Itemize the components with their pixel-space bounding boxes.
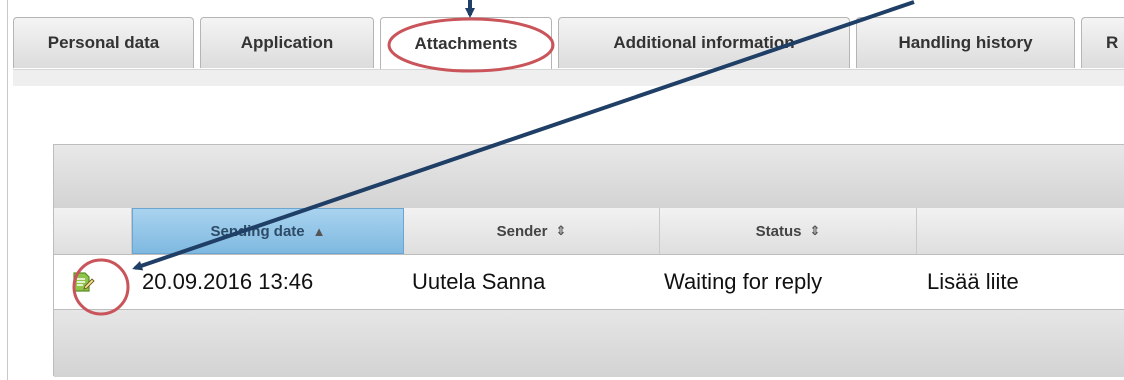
header-sending-date[interactable]: Sending date ▲ xyxy=(132,208,404,254)
header-subject[interactable] xyxy=(917,208,1124,254)
header-icon-column xyxy=(54,208,132,254)
cell-sender: Uutela Sanna xyxy=(412,269,546,294)
attachments-grid: Sending date ▲ Sender ⇕ Status ⇕ 20.09.2… xyxy=(53,144,1124,377)
edit-document-icon[interactable] xyxy=(71,271,95,293)
row-icon-cell xyxy=(54,255,132,309)
grid-footer-bar xyxy=(54,310,1124,377)
tab-bar: Personal data Application Attachments Ad… xyxy=(13,17,1124,70)
header-sending-date-label: Sending date xyxy=(210,222,305,240)
tab-application[interactable]: Application xyxy=(200,17,374,68)
header-sender[interactable]: Sender ⇕ xyxy=(404,208,660,254)
grid-header: Sending date ▲ Sender ⇕ Status ⇕ xyxy=(54,208,1124,255)
tab-attachments[interactable]: Attachments xyxy=(380,17,552,70)
tab-additional-information[interactable]: Additional information xyxy=(558,17,850,68)
sort-ascending-icon: ▲ xyxy=(312,223,326,239)
sort-toggle-icon: ⇕ xyxy=(809,223,821,238)
cell-sending-date: 20.09.2016 13:46 xyxy=(142,269,314,294)
tab-handling-history[interactable]: Handling history xyxy=(856,17,1075,68)
tab-personal-data[interactable]: Personal data xyxy=(13,17,194,68)
grid-caption-bar xyxy=(54,145,1124,209)
cell-subject: Lisää liite xyxy=(927,269,1019,294)
tab-content-strip xyxy=(13,69,1124,86)
header-sender-label: Sender xyxy=(496,222,548,240)
header-status-label: Status xyxy=(755,222,802,240)
cell-status: Waiting for reply xyxy=(664,269,823,294)
tab-r[interactable]: R xyxy=(1081,17,1124,68)
sort-toggle-icon: ⇕ xyxy=(555,223,567,238)
table-row[interactable]: 20.09.2016 13:46 Uutela Sanna Waiting fo… xyxy=(54,255,1124,310)
header-status[interactable]: Status ⇕ xyxy=(660,208,917,254)
